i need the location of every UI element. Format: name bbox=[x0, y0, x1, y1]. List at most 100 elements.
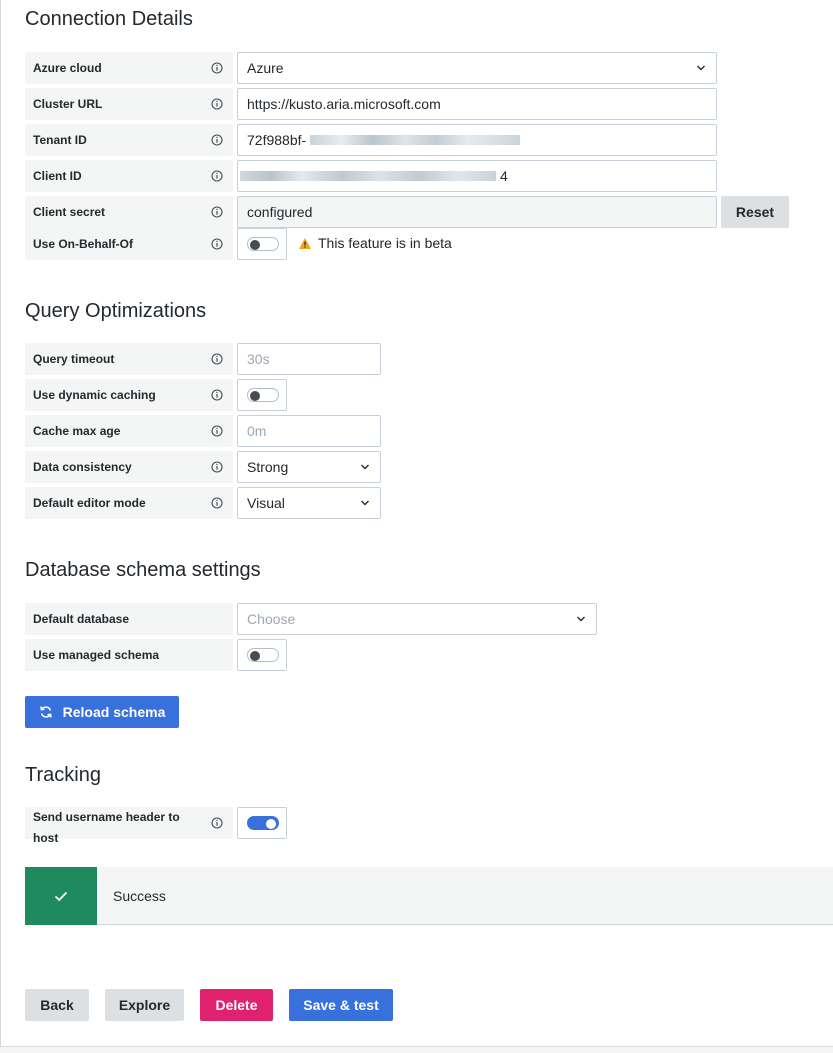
info-icon[interactable] bbox=[211, 206, 223, 218]
warning-icon bbox=[299, 237, 311, 249]
client-id-label: Client ID bbox=[25, 160, 233, 192]
client-secret-label-text: Client secret bbox=[33, 205, 106, 219]
managed-schema-toggle[interactable] bbox=[247, 648, 279, 662]
info-icon[interactable] bbox=[211, 817, 223, 829]
reload-schema-button[interactable]: Reload schema bbox=[25, 696, 179, 728]
query-timeout-placeholder: 30s bbox=[247, 351, 270, 367]
refresh-icon bbox=[39, 706, 52, 718]
info-icon[interactable] bbox=[211, 353, 223, 365]
default-database-label: Default database bbox=[25, 603, 233, 635]
cache-max-age-label: Cache max age bbox=[25, 415, 233, 447]
client-id-label-text: Client ID bbox=[33, 169, 82, 183]
info-icon[interactable] bbox=[211, 497, 223, 509]
info-icon[interactable] bbox=[211, 461, 223, 473]
toggle-knob bbox=[250, 651, 260, 661]
managed-schema-label-text: Use managed schema bbox=[33, 648, 160, 662]
save-test-button[interactable]: Save & test bbox=[289, 989, 393, 1021]
default-database-select[interactable]: Choose bbox=[237, 603, 597, 635]
query-timeout-label-text: Query timeout bbox=[33, 352, 115, 366]
cluster-url-value: https://kusto.aria.microsoft.com bbox=[247, 96, 441, 112]
data-consistency-label: Data consistency bbox=[25, 451, 233, 483]
cluster-url-label-text: Cluster URL bbox=[33, 97, 103, 111]
azure-cloud-label-text: Azure cloud bbox=[33, 61, 102, 75]
page-border bbox=[0, 0, 1, 1046]
editor-mode-select[interactable]: Visual bbox=[237, 487, 381, 519]
on-behalf-of-label: Use On-Behalf-Of bbox=[25, 228, 233, 260]
send-username-switch-container bbox=[237, 807, 287, 839]
delete-button[interactable]: Delete bbox=[200, 989, 273, 1021]
info-icon[interactable] bbox=[211, 425, 223, 437]
chevron-down-icon bbox=[361, 464, 369, 470]
toggle-knob bbox=[266, 819, 276, 829]
info-icon[interactable] bbox=[211, 170, 223, 182]
default-database-label-text: Default database bbox=[33, 612, 130, 626]
success-alert: Success bbox=[25, 867, 833, 925]
client-secret-label: Client secret bbox=[25, 196, 233, 228]
info-icon[interactable] bbox=[211, 98, 223, 110]
default-database-placeholder: Choose bbox=[247, 611, 296, 627]
tenant-id-label: Tenant ID bbox=[25, 124, 233, 156]
client-secret-value: configured bbox=[247, 204, 313, 220]
chevron-down-icon bbox=[577, 616, 585, 622]
beta-note-text: This feature is in beta bbox=[318, 235, 452, 251]
redacted-text bbox=[240, 171, 496, 181]
chevron-down-icon bbox=[361, 500, 369, 506]
on-behalf-of-switch-container bbox=[237, 228, 287, 260]
azure-cloud-label: Azure cloud bbox=[25, 52, 233, 84]
page-bottom-border bbox=[0, 1046, 833, 1053]
send-username-toggle[interactable] bbox=[247, 816, 279, 830]
toggle-knob bbox=[250, 240, 260, 250]
managed-schema-switch-container bbox=[237, 639, 287, 671]
tenant-id-label-text: Tenant ID bbox=[33, 133, 87, 147]
reload-schema-label: Reload schema bbox=[62, 704, 166, 720]
info-icon[interactable] bbox=[211, 62, 223, 74]
cache-max-age-label-text: Cache max age bbox=[33, 424, 121, 438]
alert-text: Success bbox=[113, 888, 166, 904]
cluster-url-input[interactable]: https://kusto.aria.microsoft.com bbox=[237, 88, 717, 120]
dynamic-caching-switch-container bbox=[237, 379, 287, 411]
cache-max-age-placeholder: 0m bbox=[247, 423, 267, 439]
editor-mode-label: Default editor mode bbox=[25, 487, 233, 519]
back-button[interactable]: Back bbox=[25, 989, 89, 1021]
dynamic-caching-label-text: Use dynamic caching bbox=[33, 388, 156, 402]
query-timeout-label: Query timeout bbox=[25, 343, 233, 375]
explore-button[interactable]: Explore bbox=[105, 989, 184, 1021]
tenant-id-input[interactable]: 72f988bf- bbox=[237, 124, 717, 156]
section-title-schema: Database schema settings bbox=[25, 559, 261, 581]
toggle-knob bbox=[250, 391, 260, 401]
check-icon bbox=[54, 891, 68, 901]
query-timeout-input[interactable]: 30s bbox=[237, 343, 381, 375]
client-id-input[interactable]: 4 bbox=[237, 160, 717, 192]
cluster-url-label: Cluster URL bbox=[25, 88, 233, 120]
send-username-label-line2: host bbox=[33, 831, 59, 845]
data-consistency-label-text: Data consistency bbox=[33, 460, 132, 474]
info-icon[interactable] bbox=[211, 238, 223, 250]
azure-cloud-value: Azure bbox=[247, 60, 284, 76]
on-behalf-of-label-text: Use On-Behalf-Of bbox=[33, 237, 134, 251]
send-username-label-line1: Send username header to bbox=[33, 810, 180, 824]
tenant-id-value: 72f988bf- bbox=[247, 132, 307, 148]
redacted-text bbox=[310, 135, 520, 145]
section-title-query: Query Optimizations bbox=[25, 300, 207, 322]
on-behalf-of-toggle[interactable] bbox=[247, 237, 279, 251]
client-secret-input: configured bbox=[237, 196, 717, 228]
dynamic-caching-toggle[interactable] bbox=[247, 388, 279, 402]
info-icon[interactable] bbox=[211, 389, 223, 401]
editor-mode-value: Visual bbox=[247, 495, 285, 511]
data-consistency-value: Strong bbox=[247, 459, 289, 475]
chevron-down-icon bbox=[697, 65, 705, 71]
beta-note: This feature is in beta bbox=[298, 235, 452, 251]
send-username-label-text: Send username header to bbox=[33, 801, 180, 833]
data-consistency-select[interactable]: Strong bbox=[237, 451, 381, 483]
cache-max-age-input[interactable]: 0m bbox=[237, 415, 381, 447]
client-id-value: 4 bbox=[500, 168, 508, 184]
azure-cloud-select[interactable]: Azure bbox=[237, 52, 717, 84]
alert-icon-container bbox=[25, 867, 97, 925]
managed-schema-label: Use managed schema bbox=[25, 639, 233, 671]
info-icon[interactable] bbox=[211, 134, 223, 146]
reset-button[interactable]: Reset bbox=[721, 196, 789, 228]
section-title-connection: Connection Details bbox=[25, 8, 193, 30]
dynamic-caching-label: Use dynamic caching bbox=[25, 379, 233, 411]
editor-mode-label-text: Default editor mode bbox=[33, 496, 146, 510]
section-title-tracking: Tracking bbox=[25, 764, 101, 786]
